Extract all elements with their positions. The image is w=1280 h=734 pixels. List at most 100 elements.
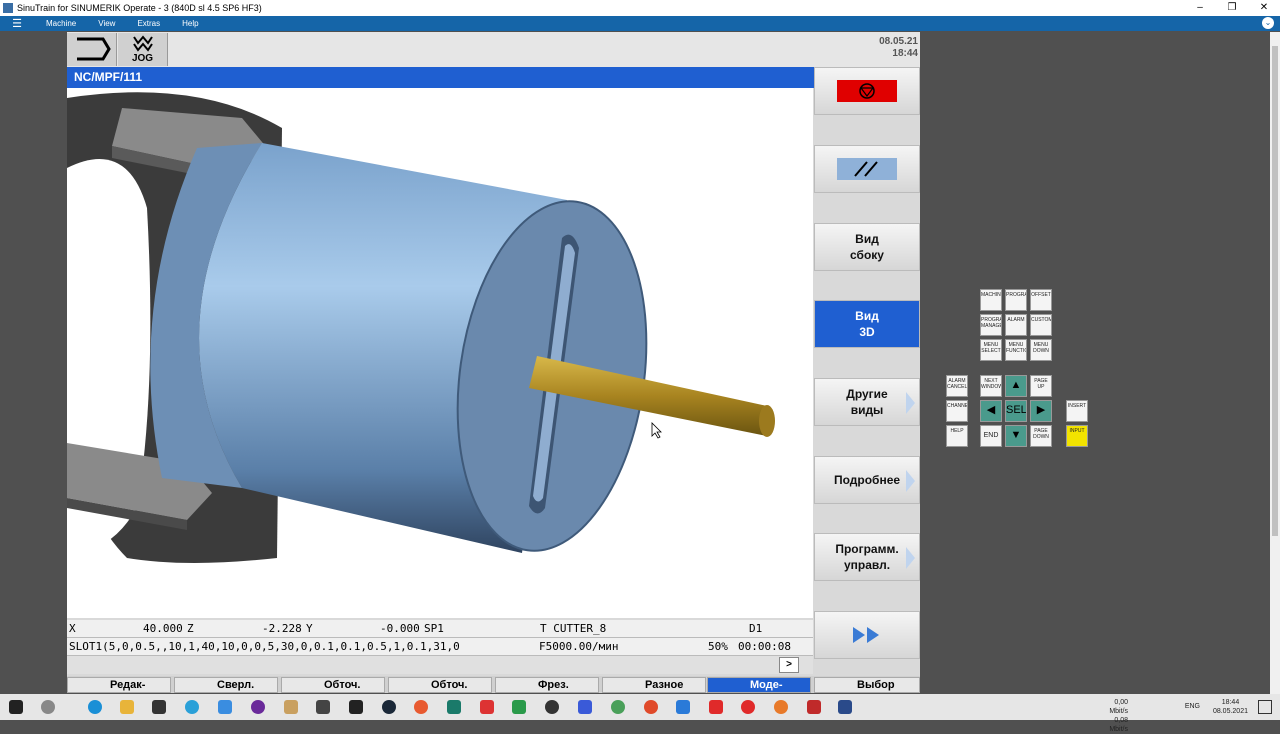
key-menu-down[interactable]: MENU DOWN — [1030, 339, 1052, 361]
menu-help[interactable]: Help — [182, 19, 198, 28]
hsk-turning-2[interactable]: Обточ. — [388, 677, 492, 693]
next-arrow-button[interactable]: > — [779, 657, 799, 673]
softkey-label: управл. — [843, 558, 891, 572]
taskbar: 0,00 Mbit/s 0,08 Mbit/s ENG 18:44 08.05.… — [0, 694, 1280, 733]
windows-start-icon[interactable] — [9, 700, 23, 714]
scrollbar-thumb[interactable] — [1272, 46, 1278, 536]
jog-mode-icon: JOG — [118, 33, 168, 66]
app-icon[interactable] — [447, 700, 461, 714]
clock[interactable]: 18:44 08.05.2021 — [1213, 698, 1248, 716]
epic-icon[interactable] — [349, 700, 363, 714]
mail-icon[interactable] — [676, 700, 690, 714]
key-alarm-cancel[interactable]: ALARM CANCEL — [946, 375, 968, 397]
window-scrollbar[interactable] — [1270, 32, 1280, 694]
menu-extras[interactable]: Extras — [137, 19, 160, 28]
program-arrow-icon[interactable] — [67, 33, 117, 66]
app-icon[interactable] — [284, 700, 298, 714]
other-views-softkey[interactable]: Другие виды — [814, 378, 920, 426]
chevron-down-icon[interactable]: ⌄ — [1262, 17, 1274, 29]
spindle-label: SP1 — [424, 622, 444, 635]
key-program-manager[interactable]: PROGRAM MANAGER — [980, 314, 1002, 336]
key-end[interactable]: END — [980, 425, 1002, 447]
minimize-button[interactable]: – — [1184, 0, 1216, 16]
hsk-turning-1[interactable]: Обточ. — [281, 677, 385, 693]
app-icon[interactable] — [807, 700, 821, 714]
folder-icon[interactable] — [120, 700, 134, 714]
maximize-button[interactable]: ❐ — [1216, 0, 1248, 16]
key-offset[interactable]: OFFSET — [1030, 289, 1052, 311]
chrome-icon[interactable] — [644, 700, 658, 714]
emergency-softkey[interactable] — [814, 67, 920, 115]
app-icon[interactable] — [480, 700, 494, 714]
key-arrow-right[interactable]: ▶ — [1030, 400, 1052, 422]
hsk-milling[interactable]: Фрез. — [495, 677, 599, 693]
key-select[interactable]: SELECT — [1005, 400, 1027, 422]
net-down: 0,08 Mbit/s — [1109, 717, 1128, 733]
scroll-row: > — [67, 656, 813, 674]
menu-view[interactable]: View — [98, 19, 115, 28]
app-icon[interactable] — [218, 700, 232, 714]
key-input[interactable]: INPUT — [1066, 425, 1088, 447]
steam-icon[interactable] — [382, 700, 396, 714]
key-arrow-up[interactable]: ▲ — [1005, 375, 1027, 397]
app-icon[interactable] — [545, 700, 559, 714]
tray-time: 18:44 — [1221, 699, 1240, 706]
tray-date: 08.05.2021 — [1212, 708, 1248, 715]
key-help[interactable]: HELP — [946, 425, 968, 447]
key-page-up[interactable]: PAGE UP — [1030, 375, 1052, 397]
hsk-select[interactable]: Выбор — [814, 677, 920, 693]
hsk-simulation[interactable]: Моде- — [707, 677, 811, 693]
program-block: SLOT1(5,0,0.5,,10,1,40,10,0,0,5,30,0,0.1… — [69, 640, 460, 653]
menu-machine[interactable]: Machine — [46, 19, 76, 28]
program-control-softkey[interactable]: Программ. управл. — [814, 533, 920, 581]
key-next-window[interactable]: NEXT WINDOW — [980, 375, 1002, 397]
simulation-3d-view[interactable] — [67, 88, 813, 618]
key-channel[interactable]: CHANNEL — [946, 400, 968, 422]
app-icon — [3, 3, 13, 13]
store-icon[interactable] — [152, 700, 166, 714]
key-machine[interactable]: MACHINE — [980, 289, 1002, 311]
hmi-screen: JOG 08.05.21 18:44 NC/MPF/111 X 40.000 Z… — [67, 32, 920, 693]
chevron-right-icon — [906, 392, 915, 414]
app-icon[interactable] — [251, 700, 265, 714]
sinutrain-icon[interactable] — [838, 700, 852, 714]
search-icon[interactable] — [41, 700, 55, 714]
key-program[interactable]: PROGRAM — [1005, 289, 1027, 311]
hsk-drilling[interactable]: Сверл. — [174, 677, 278, 693]
opera-icon[interactable] — [741, 700, 755, 714]
telegram-icon[interactable] — [185, 700, 199, 714]
fast-forward-softkey[interactable] — [814, 611, 920, 659]
hsk-edit[interactable]: Редак- — [67, 677, 171, 693]
key-insert[interactable]: INSERT — [1066, 400, 1088, 422]
key-arrow-left[interactable]: ◀ — [980, 400, 1002, 422]
app-icon[interactable] — [709, 700, 723, 714]
key-alarm[interactable]: ALARM — [1005, 314, 1027, 336]
side-view-softkey[interactable]: Вид сбоку — [814, 223, 920, 271]
close-button[interactable]: ✕ — [1248, 0, 1280, 16]
app-icon[interactable] — [316, 700, 330, 714]
notifications-icon[interactable] — [1258, 700, 1272, 714]
view-3d-softkey[interactable]: Вид 3D — [814, 300, 920, 348]
menu-bar: ☰ Machine View Extras Help ⌄ — [0, 16, 1280, 31]
app-icon[interactable] — [611, 700, 625, 714]
app-icon[interactable] — [774, 700, 788, 714]
edge-icon[interactable] — [88, 700, 102, 714]
key-menu-function[interactable]: MENU FUNCTION — [1005, 339, 1027, 361]
key-menu-select[interactable]: MENU SELECT — [980, 339, 1002, 361]
app-icon[interactable] — [512, 700, 526, 714]
cut-view-softkey[interactable] — [814, 145, 920, 193]
hsk-misc[interactable]: Разное — [602, 677, 706, 693]
details-softkey[interactable]: Подробнее — [814, 456, 920, 504]
softkey-label: 3D — [859, 325, 875, 339]
program-path: NC/MPF/111 — [67, 67, 814, 88]
mouse-cursor-icon — [651, 422, 662, 439]
d-number: D1 — [749, 622, 763, 635]
mode-label: JOG — [131, 53, 154, 64]
app-icon[interactable] — [578, 700, 592, 714]
app-icon[interactable] — [414, 700, 428, 714]
language[interactable]: ENG — [1185, 703, 1200, 710]
key-arrow-down[interactable]: ▼ — [1005, 425, 1027, 447]
hamburger-icon[interactable]: ☰ — [0, 17, 34, 30]
key-page-down[interactable]: PAGE DOWN — [1030, 425, 1052, 447]
key-custom[interactable]: CUSTOM — [1030, 314, 1052, 336]
